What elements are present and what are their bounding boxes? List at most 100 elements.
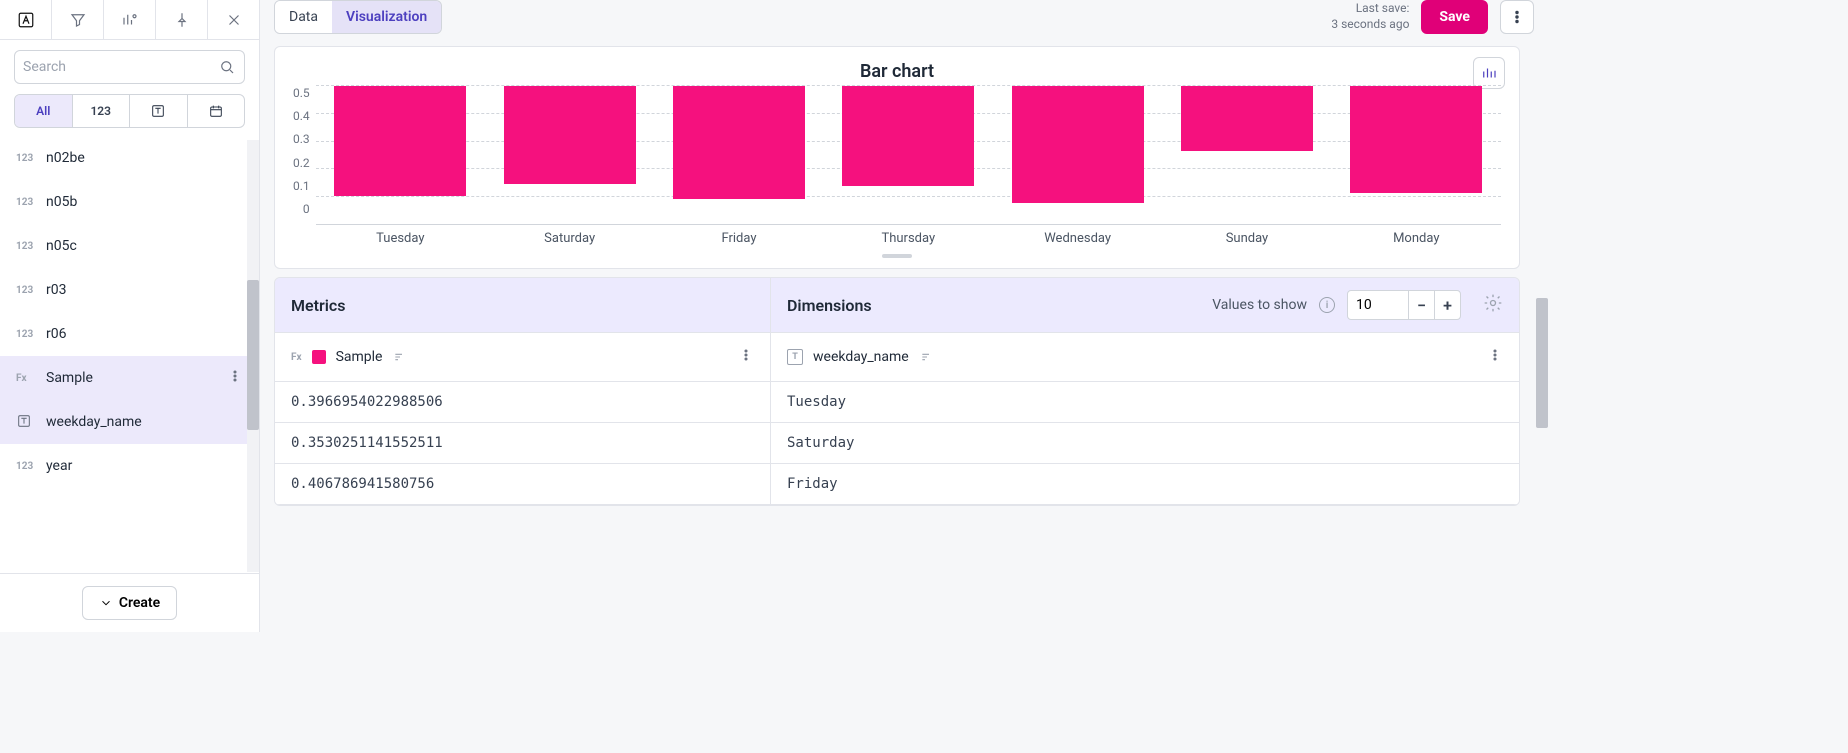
dimension-value: Tuesday bbox=[771, 382, 1519, 422]
chart-card: Bar chart 0.50.40.30.20.10 TuesdaySaturd… bbox=[274, 46, 1520, 269]
type-badge bbox=[16, 413, 36, 432]
search-icon bbox=[218, 58, 236, 76]
data-row: 0.3966954022988506Tuesday bbox=[275, 382, 1519, 423]
metric-value: 0.406786941580756 bbox=[275, 464, 771, 504]
search-input-wrap bbox=[14, 50, 245, 84]
field-list[interactable]: 123n02be123n05b123n05c123r03123r06FxSamp… bbox=[0, 136, 259, 573]
chevron-down-icon bbox=[99, 596, 113, 610]
metric-name: Sample bbox=[336, 349, 383, 365]
letter-a-icon bbox=[17, 11, 35, 29]
metric-value: 0.3966954022988506 bbox=[275, 382, 771, 422]
sidebar-tab-pin[interactable] bbox=[156, 0, 208, 39]
sidebar-tab-chart[interactable] bbox=[104, 0, 156, 39]
type-badge: 123 bbox=[16, 461, 36, 472]
filter-all[interactable]: All bbox=[15, 95, 73, 127]
values-to-show-label: Values to show bbox=[1212, 297, 1307, 313]
stepper-decrement[interactable]: − bbox=[1408, 291, 1434, 319]
metric-menu[interactable] bbox=[738, 347, 754, 367]
type-filter-bar: All 123 bbox=[14, 94, 245, 128]
type-badge: 123 bbox=[16, 241, 36, 252]
metrics-header: Metrics bbox=[275, 278, 771, 332]
dimension-value: Saturday bbox=[771, 423, 1519, 463]
field-menu[interactable] bbox=[227, 368, 243, 388]
more-menu-button[interactable] bbox=[1500, 0, 1534, 34]
sort-icon bbox=[919, 349, 935, 365]
search-input[interactable] bbox=[23, 59, 218, 75]
main-scrollbar-thumb[interactable] bbox=[1536, 298, 1548, 428]
field-Sample[interactable]: FxSample bbox=[0, 356, 259, 400]
x-label: Thursday bbox=[824, 231, 993, 246]
dimensions-header: Dimensions bbox=[787, 296, 872, 315]
calendar-icon bbox=[208, 103, 224, 119]
x-label: Friday bbox=[654, 231, 823, 246]
chart-title: Bar chart bbox=[293, 61, 1501, 82]
y-tick: 0 bbox=[303, 202, 310, 216]
filter-date[interactable] bbox=[188, 95, 245, 127]
text-type-icon bbox=[150, 103, 166, 119]
dimension-item[interactable]: T weekday_name bbox=[771, 333, 1519, 381]
save-button[interactable]: Save bbox=[1421, 0, 1488, 34]
config-items-row: Fx Sample T weekday_name bbox=[275, 333, 1519, 382]
pin-icon bbox=[173, 11, 191, 29]
filter-numeric[interactable]: 123 bbox=[73, 95, 131, 127]
field-weekday_name[interactable]: weekday_name bbox=[0, 400, 259, 444]
x-label: Wednesday bbox=[993, 231, 1162, 246]
field-r06[interactable]: 123r06 bbox=[0, 312, 259, 356]
bar-tuesday[interactable] bbox=[316, 86, 485, 225]
bar-sunday[interactable] bbox=[1162, 86, 1331, 225]
y-tick: 0.5 bbox=[293, 86, 310, 100]
tab-data[interactable]: Data bbox=[275, 1, 332, 33]
field-name: r03 bbox=[46, 282, 66, 298]
metric-item[interactable]: Fx Sample bbox=[275, 333, 771, 381]
values-to-show-stepper: − + bbox=[1347, 290, 1461, 320]
dimension-menu[interactable] bbox=[1487, 347, 1503, 367]
tab-visualization[interactable]: Visualization bbox=[332, 1, 441, 33]
gear-icon bbox=[1483, 293, 1503, 313]
sidebar-tab-logo[interactable] bbox=[0, 0, 52, 39]
bar-saturday[interactable] bbox=[485, 86, 654, 225]
dimension-name: weekday_name bbox=[813, 349, 909, 365]
sidebar: All 123 123n02be123n05b123n05c123r03123r… bbox=[0, 0, 260, 632]
info-icon[interactable]: i bbox=[1319, 297, 1335, 313]
x-label: Tuesday bbox=[316, 231, 485, 246]
chart-x-axis: TuesdaySaturdayFridayThursdayWednesdaySu… bbox=[316, 231, 1501, 246]
config-panel: Metrics Dimensions Values to show i − + bbox=[274, 277, 1520, 506]
field-name: r06 bbox=[46, 326, 66, 342]
bar-thursday[interactable] bbox=[824, 86, 993, 225]
field-year[interactable]: 123 year bbox=[0, 444, 259, 488]
chart-resize-handle[interactable] bbox=[882, 254, 912, 258]
sidebar-tab-filter[interactable] bbox=[52, 0, 104, 39]
sort-icon bbox=[392, 349, 408, 365]
bar-monday[interactable] bbox=[1332, 86, 1501, 225]
field-n02be[interactable]: 123n02be bbox=[0, 136, 259, 180]
field-n05c[interactable]: 123n05c bbox=[0, 224, 259, 268]
bar-wednesday[interactable] bbox=[993, 86, 1162, 225]
values-to-show-input[interactable] bbox=[1348, 297, 1408, 313]
filter-text[interactable] bbox=[130, 95, 188, 127]
chart-plot-area bbox=[316, 86, 1501, 225]
x-label: Monday bbox=[1332, 231, 1501, 246]
field-name: n02be bbox=[46, 150, 85, 166]
x-label: Sunday bbox=[1162, 231, 1331, 246]
create-button[interactable]: Create bbox=[82, 586, 177, 620]
field-name: n05b bbox=[46, 194, 77, 210]
bar-friday[interactable] bbox=[654, 86, 823, 225]
dots-vertical-icon bbox=[1487, 347, 1503, 363]
main-panel: Data Visualization Last save: 3 seconds … bbox=[260, 0, 1548, 632]
sidebar-tab-close[interactable] bbox=[208, 0, 259, 39]
chart-y-axis: 0.50.40.30.20.10 bbox=[293, 86, 316, 216]
data-row: 0.3530251141552511Saturday bbox=[275, 423, 1519, 464]
field-name: year bbox=[46, 458, 72, 474]
sidebar-tabstrip bbox=[0, 0, 259, 40]
last-save-status: Last save: 3 seconds ago bbox=[1331, 1, 1409, 32]
type-badge: 123 bbox=[16, 285, 36, 296]
main-scrollbar-track bbox=[1536, 298, 1548, 632]
dots-vertical-icon bbox=[738, 347, 754, 363]
stepper-increment[interactable]: + bbox=[1434, 291, 1460, 319]
field-name: Sample bbox=[46, 370, 93, 386]
field-n05b[interactable]: 123n05b bbox=[0, 180, 259, 224]
sidebar-scrollbar-thumb[interactable] bbox=[247, 280, 259, 430]
config-settings-button[interactable] bbox=[1483, 293, 1503, 317]
field-r03[interactable]: 123 r03 bbox=[0, 268, 259, 312]
funnel-icon bbox=[69, 11, 87, 29]
